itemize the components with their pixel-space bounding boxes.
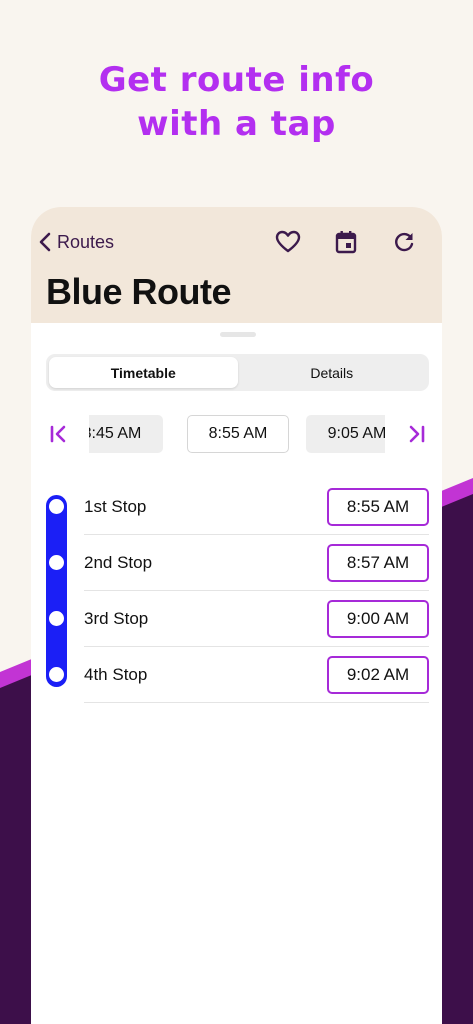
stop-name: 1st Stop bbox=[84, 496, 147, 516]
back-label: Routes bbox=[57, 231, 115, 252]
stop-name: 4th Stop bbox=[84, 664, 148, 684]
stop-marker bbox=[49, 611, 64, 626]
stop-row[interactable]: 2nd Stop 8:57 AM bbox=[84, 535, 429, 591]
headline-line-2: with a tap bbox=[137, 104, 336, 144]
navigation-header: Routes Blue Route bbox=[31, 207, 442, 323]
departure-time-chip-selected[interactable]: 8:55 AM bbox=[187, 415, 289, 453]
stop-name: 3rd Stop bbox=[84, 608, 149, 628]
last-departure-icon[interactable] bbox=[405, 424, 427, 444]
stop-time-button[interactable]: 8:55 AM bbox=[327, 488, 429, 526]
stop-time-button[interactable]: 9:02 AM bbox=[327, 656, 429, 694]
heart-icon bbox=[275, 230, 301, 253]
tab-timetable[interactable]: Timetable bbox=[49, 357, 238, 388]
phone-screen: Routes Blue Route Timetable Details:45 … bbox=[31, 207, 442, 1024]
schedule-button[interactable] bbox=[331, 227, 361, 257]
favorite-button[interactable] bbox=[273, 227, 303, 257]
stop-marker bbox=[49, 499, 64, 514]
stop-time-button[interactable]: 8:57 AM bbox=[327, 544, 429, 582]
stop-marker bbox=[49, 555, 64, 570]
chevron-left-icon bbox=[39, 232, 51, 252]
page-title: Blue Route bbox=[46, 271, 232, 312]
departure-selector: 8:45 AM 8:55 AM 9:05 AM bbox=[31, 414, 442, 454]
departure-times-strip[interactable]: 8:45 AM 8:55 AM 9:05 AM bbox=[89, 414, 385, 454]
promo-headline: Get route info with a tap bbox=[0, 58, 473, 146]
stop-row[interactable]: 1st Stop 8:55 AM bbox=[84, 479, 429, 535]
stop-marker bbox=[49, 667, 64, 682]
route-line bbox=[46, 495, 67, 687]
first-departure-icon[interactable] bbox=[48, 424, 70, 444]
refresh-button[interactable] bbox=[389, 227, 419, 257]
stop-row[interactable]: 4th Stop 9:02 AM bbox=[84, 647, 429, 703]
stop-row[interactable]: 3rd Stop 9:00 AM bbox=[84, 591, 429, 647]
departure-time-chip[interactable]: 8:45 AM bbox=[89, 415, 163, 453]
refresh-icon bbox=[395, 232, 414, 252]
segmented-control: Timetable Details bbox=[46, 354, 429, 391]
sheet-drag-handle[interactable] bbox=[220, 332, 256, 337]
stop-name: 2nd Stop bbox=[84, 552, 153, 572]
calendar-icon bbox=[335, 231, 357, 254]
departure-time-chip[interactable]: 9:05 AM bbox=[306, 415, 385, 453]
back-button[interactable]: Routes bbox=[39, 229, 114, 255]
headline-line-1: Get route info bbox=[98, 60, 375, 100]
tab-details[interactable]: Details bbox=[238, 357, 427, 388]
stop-time-button[interactable]: 9:00 AM bbox=[327, 600, 429, 638]
